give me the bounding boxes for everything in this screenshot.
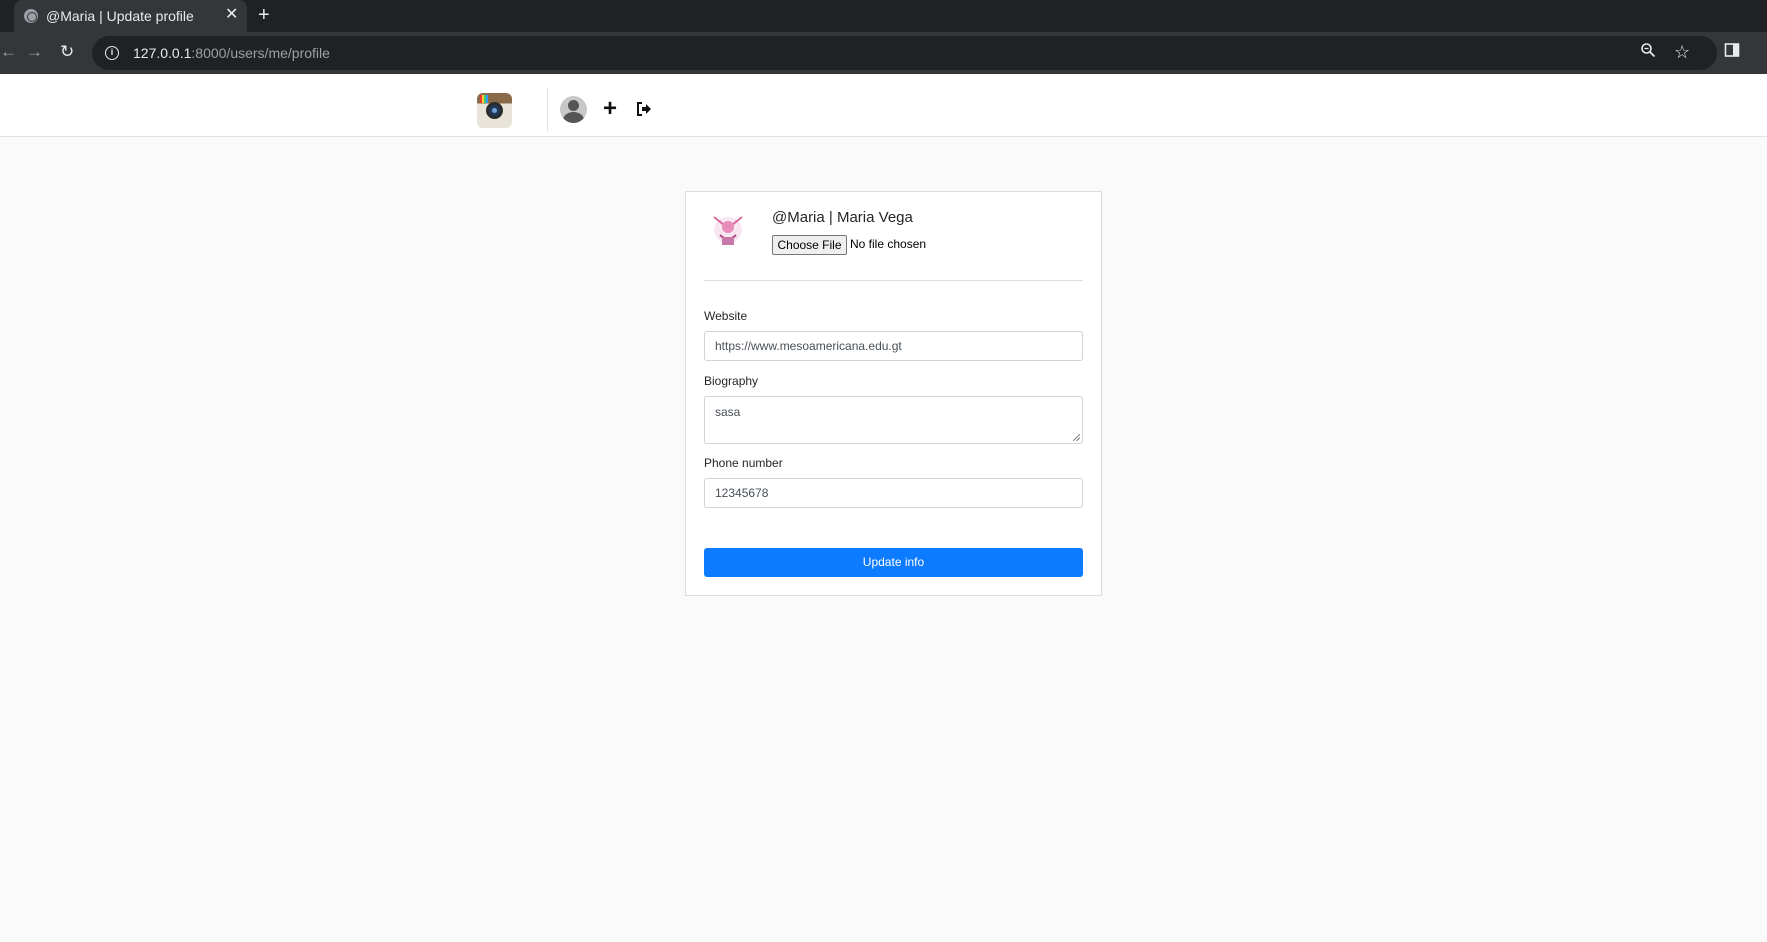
side-panel-icon[interactable]: [1724, 42, 1740, 64]
biography-label: Biography: [704, 374, 759, 388]
profile-heading: @Maria | Maria Vega: [772, 209, 913, 226]
phone-input[interactable]: 12345678: [704, 478, 1083, 508]
url-text: 127.0.0.1:8000/users/me/profile: [133, 45, 330, 61]
avatar-body: [563, 112, 584, 123]
browser-toolbar: ← → ↻ i 127.0.0.1:8000/users/me/profile …: [0, 32, 1767, 74]
update-info-button[interactable]: Update info: [704, 548, 1083, 577]
forward-icon[interactable]: →: [26, 42, 43, 62]
info-icon[interactable]: i: [105, 46, 119, 60]
back-icon[interactable]: ←: [0, 42, 17, 62]
choose-file-button[interactable]: Choose File: [772, 235, 847, 255]
navbar-divider: [547, 88, 548, 132]
phone-label: Phone number: [704, 456, 783, 470]
address-bar[interactable]: i 127.0.0.1:8000/users/me/profile: [92, 36, 1717, 70]
logo-stripes: [480, 95, 488, 103]
tab-title: @Maria | Update profile: [46, 8, 194, 24]
avatar-icon[interactable]: [560, 96, 587, 123]
globe-icon: [24, 9, 38, 23]
browser-tab[interactable]: @Maria | Update profile ✕: [14, 0, 247, 32]
resize-handle-icon[interactable]: [1073, 434, 1080, 441]
card-divider: [704, 280, 1083, 281]
profile-picture: [704, 209, 752, 251]
url-host: 127.0.0.1: [133, 45, 192, 61]
browser-tab-bar: @Maria | Update profile ✕ +: [0, 0, 1767, 32]
biography-textarea[interactable]: sasa: [704, 396, 1083, 444]
star-icon[interactable]: ☆: [1674, 42, 1690, 62]
website-input[interactable]: https://www.mesoamericana.edu.gt: [704, 331, 1083, 361]
app-navbar: [0, 74, 1767, 137]
plus-icon[interactable]: +: [603, 97, 617, 121]
close-tab-icon[interactable]: ✕: [225, 6, 238, 24]
url-path: :8000/users/me/profile: [191, 45, 330, 61]
website-label: Website: [704, 309, 748, 323]
sign-out-icon[interactable]: [636, 101, 652, 117]
new-tab-icon[interactable]: +: [258, 4, 270, 26]
avatar-head: [568, 100, 579, 111]
file-status: No file chosen: [850, 237, 927, 251]
camera-logo-icon[interactable]: [477, 93, 512, 128]
profile-card: [685, 191, 1102, 596]
biography-text: sasa: [715, 405, 741, 419]
zoom-icon[interactable]: [1640, 42, 1656, 64]
reload-icon[interactable]: ↻: [60, 42, 74, 62]
logo-lens: [486, 102, 503, 119]
